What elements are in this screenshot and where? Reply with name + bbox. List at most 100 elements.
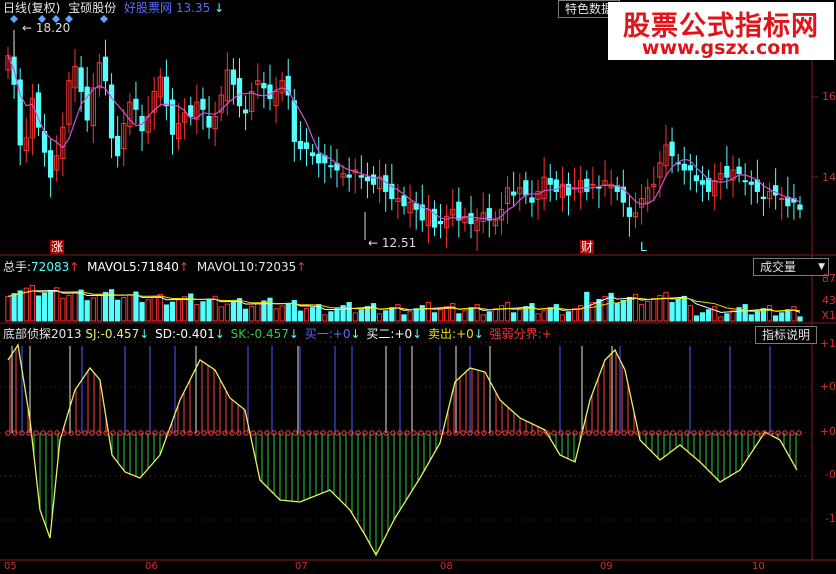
candle-body [724, 165, 730, 178]
volume-bar [102, 291, 109, 322]
buy1-value: +0 [332, 327, 351, 341]
sj-value: -0.457 [100, 327, 140, 341]
volume-bar [11, 293, 17, 322]
sk-label: SK: [230, 327, 251, 341]
volume-bar [535, 313, 541, 322]
volume-bar [121, 297, 127, 322]
sell-value: +0 [456, 327, 474, 341]
candle-body [681, 163, 687, 171]
candle-body [78, 67, 84, 92]
candle-body [108, 84, 115, 139]
mavol5-value: 71840 [140, 260, 179, 274]
volume-bar [620, 300, 626, 322]
ind-axis-5: -1 [825, 512, 836, 525]
candle-body [511, 191, 517, 196]
mavol10-up-arrow: ↑ [296, 260, 307, 274]
candle-body [669, 141, 675, 157]
candle-body [316, 153, 322, 164]
candle-body [230, 69, 237, 85]
volume-bar [645, 301, 651, 322]
volume-bar [419, 305, 425, 322]
volume-bar [194, 304, 200, 322]
volume-bar [462, 310, 468, 322]
buy1-label: 买一: [304, 327, 333, 341]
x-axis-06: 06 [145, 561, 158, 572]
buy2-down-arrow: ↓ [412, 327, 423, 341]
low-price-value: 12.51 [381, 236, 417, 250]
volume-bar [474, 304, 480, 322]
mavol10-value: 72035 [258, 260, 297, 274]
candle-body [779, 198, 785, 201]
volume-bar [206, 298, 212, 322]
volume-bar [182, 296, 188, 322]
candle-body [261, 83, 267, 89]
volume-bar [675, 298, 681, 322]
candle-body [303, 142, 310, 150]
volume-bar [517, 309, 523, 322]
candle-body [242, 109, 249, 114]
sd-down-arrow: ↓ [214, 327, 225, 341]
buy2-label: 买二: [366, 327, 395, 341]
high-price-value: 18.20 [35, 21, 71, 35]
diamond-icon-4 [100, 15, 108, 23]
candle-body [437, 220, 444, 225]
volume-bar [66, 295, 72, 322]
volume-bar [309, 307, 316, 322]
volume-bar [559, 314, 566, 322]
volume-dropdown[interactable]: 成交量 ▼ [753, 258, 829, 276]
volume-bar [54, 287, 60, 322]
candle-body [309, 152, 316, 157]
volume-bar [468, 307, 474, 322]
mavol5-label: MAVOL5: [87, 260, 141, 274]
mavol5-up-arrow: ↑ [178, 260, 189, 274]
volume-bar [730, 310, 736, 322]
price-value: 13.35 [175, 1, 211, 15]
candle-body [267, 84, 273, 100]
candle-body [699, 180, 706, 185]
candle-body [772, 185, 779, 196]
zero-line-circle [460, 430, 466, 436]
total-label: 总手: [3, 260, 32, 274]
candle-body [358, 175, 364, 178]
volume-bar [346, 302, 352, 322]
candle-body [742, 180, 748, 183]
volume-bar [578, 305, 584, 322]
candle-body [547, 178, 553, 185]
volume-bar [163, 304, 170, 322]
candle-body [401, 195, 407, 207]
volume-bar [72, 292, 78, 322]
candle-body [760, 196, 767, 200]
volume-bar [553, 304, 559, 322]
volume-bar [754, 311, 760, 322]
x-axis-09: 09 [600, 561, 613, 572]
source-label: 好股票网 [124, 1, 173, 15]
volume-bar [41, 292, 48, 322]
x-axis-07: 07 [295, 561, 308, 572]
volume-bar [297, 310, 304, 322]
candle-body [346, 174, 352, 178]
volume-bar [395, 304, 401, 322]
volume-bar [425, 302, 432, 322]
watermark-banner: 股票公式指标网 www.gszx.com [608, 2, 834, 60]
volume-bar [139, 302, 145, 322]
volume-bar [224, 303, 230, 322]
volume-bar [133, 291, 139, 322]
sell-down-arrow: ↓ [473, 327, 484, 341]
volume-bar [718, 316, 724, 322]
candle-body [736, 166, 742, 175]
volume-bar [279, 305, 285, 322]
sk-down-arrow: ↓ [288, 327, 299, 341]
x-axis-10: 10 [752, 561, 765, 572]
candle-body [797, 204, 803, 210]
volume-bar [90, 297, 96, 322]
candle-body [456, 201, 462, 221]
volume-bar [96, 294, 103, 322]
period-label: 日线(复权) [3, 1, 61, 15]
candle-body [693, 175, 700, 182]
volume-bar [303, 307, 310, 322]
candle-body [626, 207, 633, 217]
indicator-help-button[interactable]: 指标说明 [755, 326, 818, 344]
candle-body [188, 105, 194, 117]
volume-bar [693, 315, 700, 322]
volume-bar [785, 309, 791, 322]
